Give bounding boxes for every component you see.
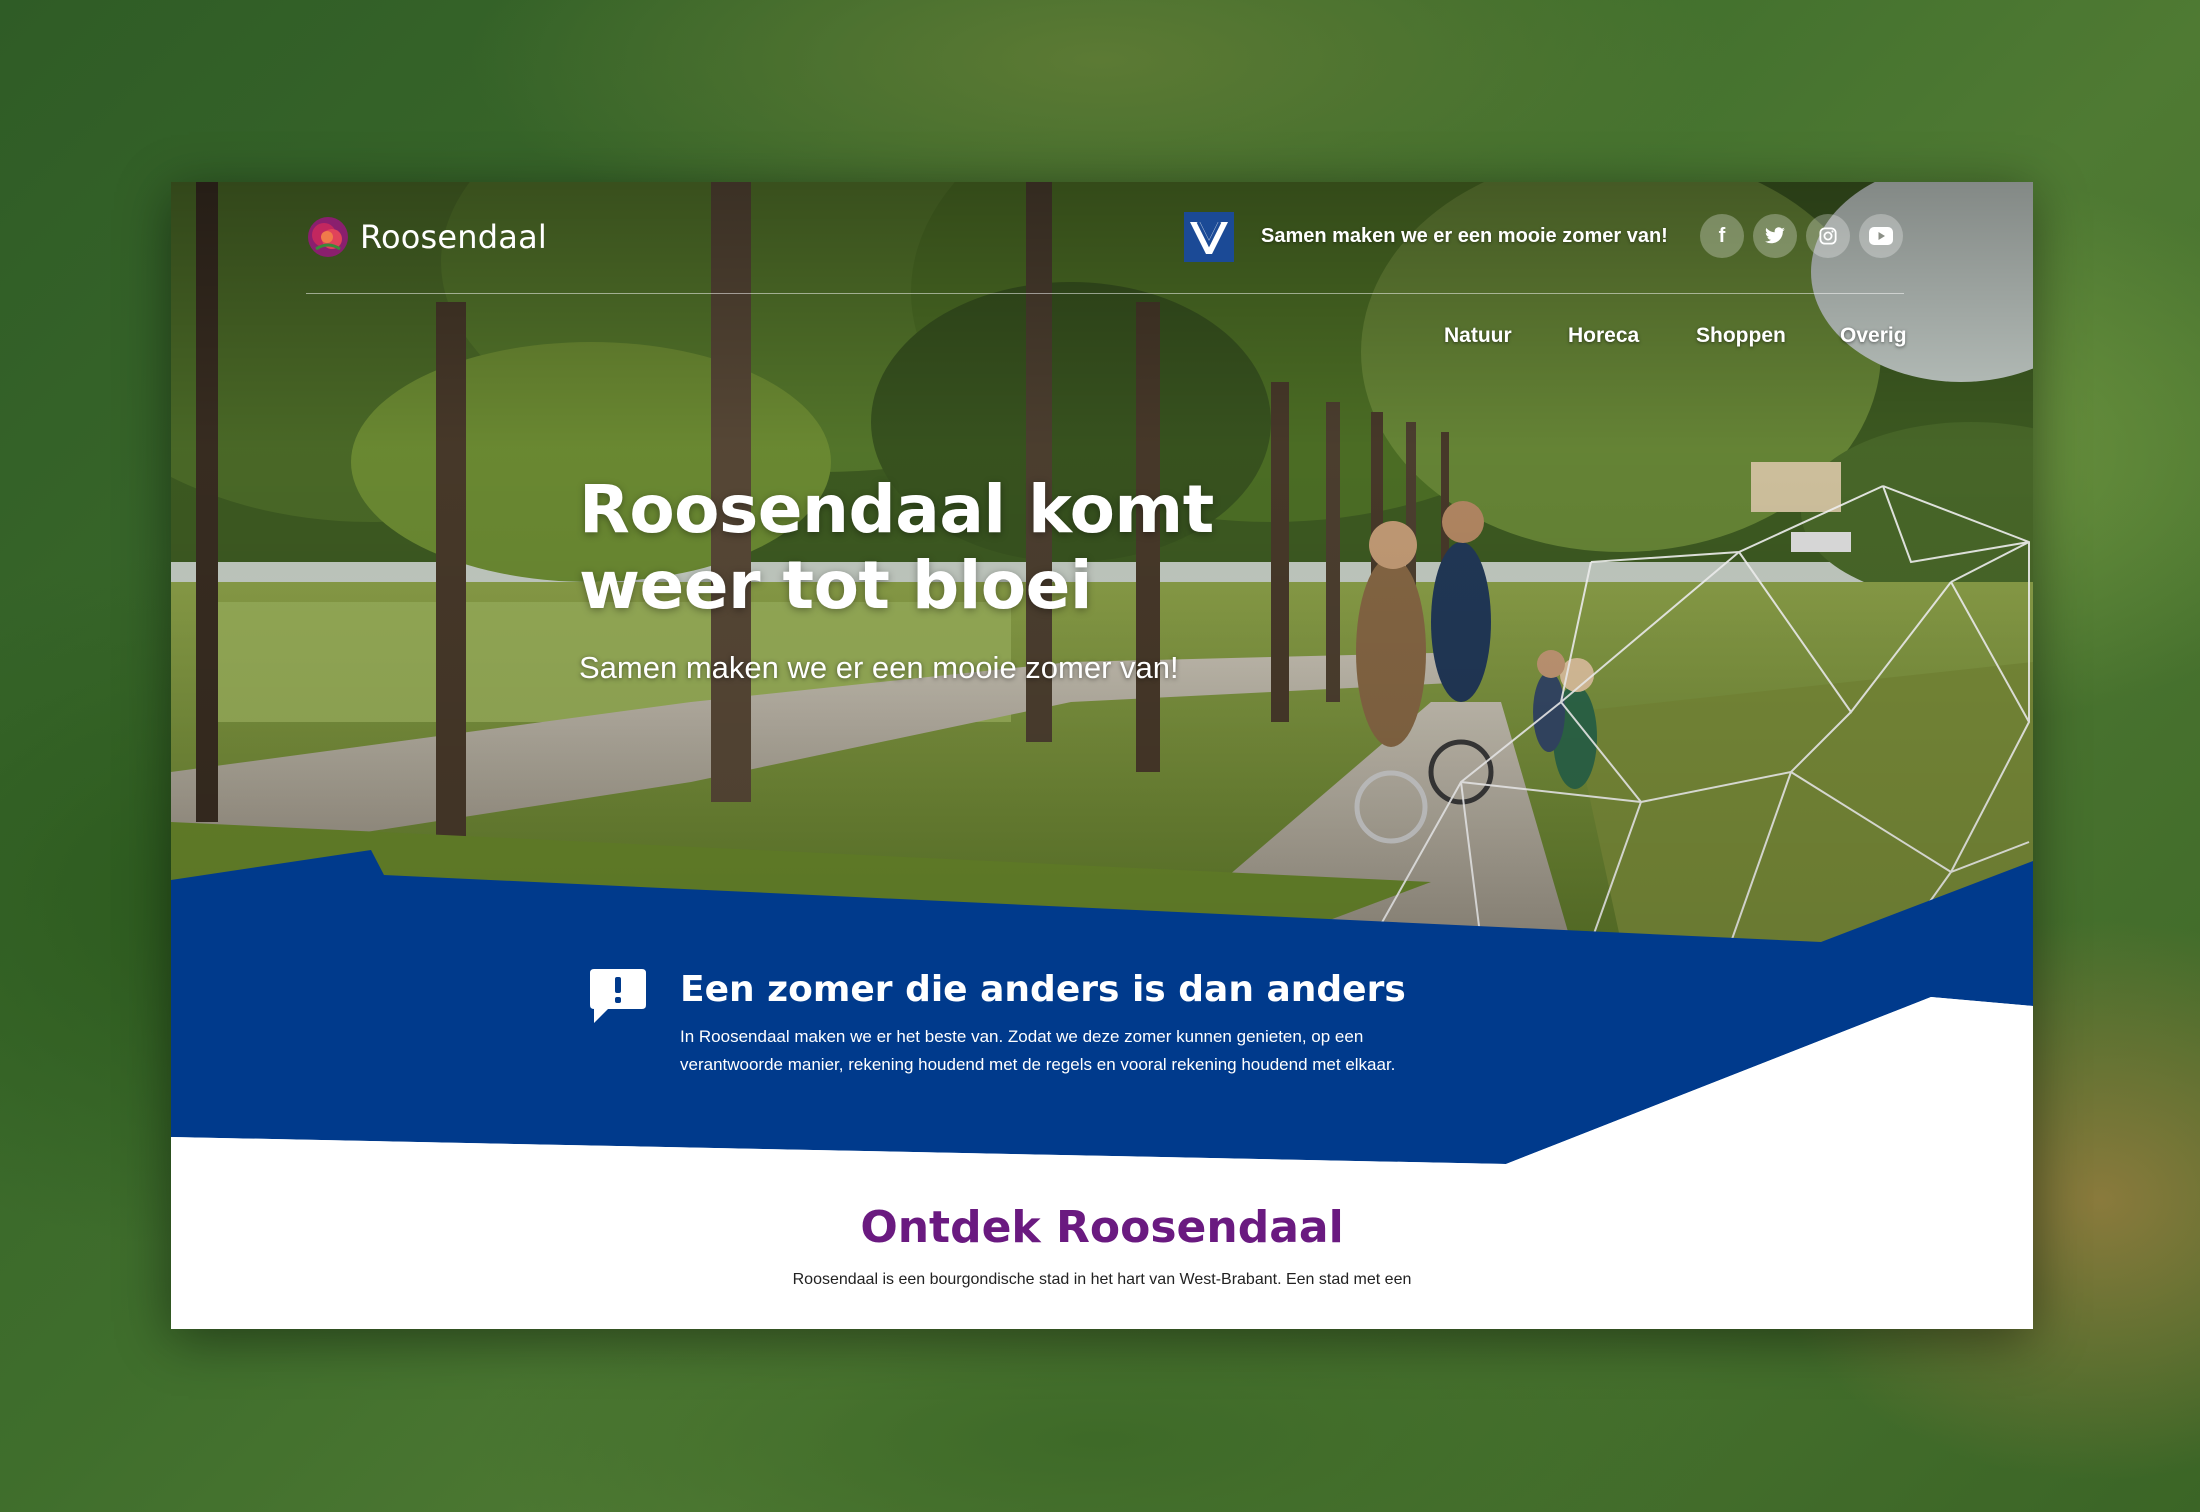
hero-subtitle: Samen maken we er een mooie zomer van! <box>579 650 1179 685</box>
header-tagline: Samen maken we er een mooie zomer van! <box>1261 225 1668 247</box>
twitter-icon <box>1765 227 1785 244</box>
notice-title: Een zomer die anders is dan anders <box>680 969 1406 1010</box>
site-logo-text: Roosendaal <box>360 218 548 256</box>
notice-text-line-1: In Roosendaal maken we er het beste van.… <box>680 1027 1364 1046</box>
hero-section: Roosendaal Samen maken we er een mooie z… <box>171 182 2033 942</box>
facebook-button[interactable]: f <box>1700 214 1744 258</box>
nav-item-natuur[interactable]: Natuur <box>1444 324 1512 348</box>
header-divider <box>306 293 1904 294</box>
instagram-icon <box>1819 227 1837 245</box>
notice-text: In Roosendaal maken we er het beste van.… <box>680 1023 1500 1079</box>
twitter-button[interactable] <box>1753 214 1797 258</box>
site-header: Roosendaal Samen maken we er een mooie z… <box>171 182 2033 482</box>
discover-title: Ontdek Roosendaal <box>860 1202 1344 1253</box>
vvv-badge-icon[interactable] <box>1184 212 1234 262</box>
facebook-icon: f <box>1718 224 1726 247</box>
website-screenshot: Roosendaal Samen maken we er een mooie z… <box>171 182 2033 1329</box>
site-logo[interactable]: Roosendaal <box>306 215 547 259</box>
hero-title: Roosendaal komt weer tot bloei <box>579 472 1339 624</box>
blurred-backdrop: Roosendaal Samen maken we er een mooie z… <box>0 0 2200 1512</box>
nav-item-overig[interactable]: Overig <box>1840 324 1907 348</box>
discover-text: Roosendaal is een bourgondische stad in … <box>792 1271 1412 1288</box>
hero-title-line-2: weer tot bloei <box>579 547 1093 624</box>
youtube-button[interactable] <box>1859 214 1903 258</box>
notice-text-line-2: verantwoorde manier, rekening houdend me… <box>680 1055 1396 1074</box>
rose-logo-icon <box>308 217 348 257</box>
nav-item-shoppen[interactable]: Shoppen <box>1696 324 1786 348</box>
hero-title-line-1: Roosendaal komt <box>579 471 1214 548</box>
youtube-icon <box>1869 227 1893 245</box>
nav-item-horeca[interactable]: Horeca <box>1568 324 1639 348</box>
instagram-button[interactable] <box>1806 214 1850 258</box>
speech-bubble-exclamation-icon <box>590 969 646 1023</box>
